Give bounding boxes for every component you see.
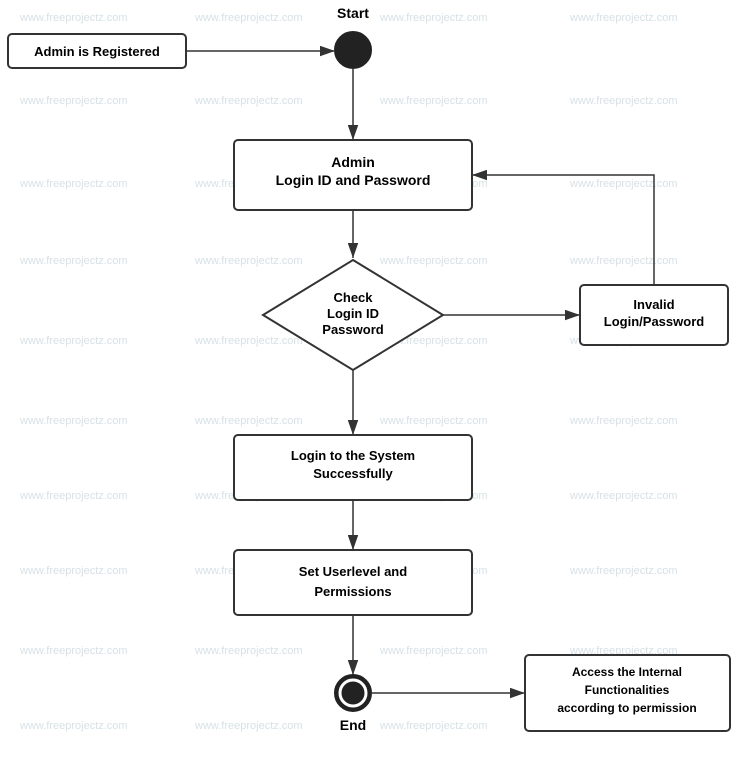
check-login-label-line3: Password	[322, 322, 383, 337]
invalid-login-label-line2: Login/Password	[604, 314, 704, 329]
admin-registered-label: Admin is Registered	[34, 44, 160, 59]
check-login-label-line2: Login ID	[327, 306, 379, 321]
login-success-label-line1: Login to the System	[291, 448, 415, 463]
start-node	[335, 32, 371, 68]
flowchart-svg: Start Admin is Registered Admin Login ID…	[0, 0, 746, 770]
check-login-label-line1: Check	[333, 290, 373, 305]
login-success-label-line2: Successfully	[313, 466, 393, 481]
diagram-container: www.freeprojectz.com www.freeprojectz.co…	[0, 0, 746, 770]
end-label: End	[340, 717, 366, 733]
invalid-login-label-line1: Invalid	[633, 297, 674, 312]
set-userlevel-label-line2: Permissions	[314, 584, 391, 599]
arrow-invalid-to-login	[472, 175, 654, 285]
access-internal-label-line2: Functionalities	[585, 683, 670, 697]
access-internal-label-line3: according to permission	[557, 701, 696, 715]
access-internal-label-line1: Access the Internal	[572, 665, 682, 679]
admin-login-label-line2: Login ID and Password	[276, 172, 431, 188]
admin-login-label-line1: Admin	[331, 154, 375, 170]
set-userlevel-box	[234, 550, 472, 615]
set-userlevel-label-line1: Set Userlevel and	[299, 564, 407, 579]
start-label: Start	[337, 5, 369, 21]
end-node-inner	[340, 680, 366, 706]
